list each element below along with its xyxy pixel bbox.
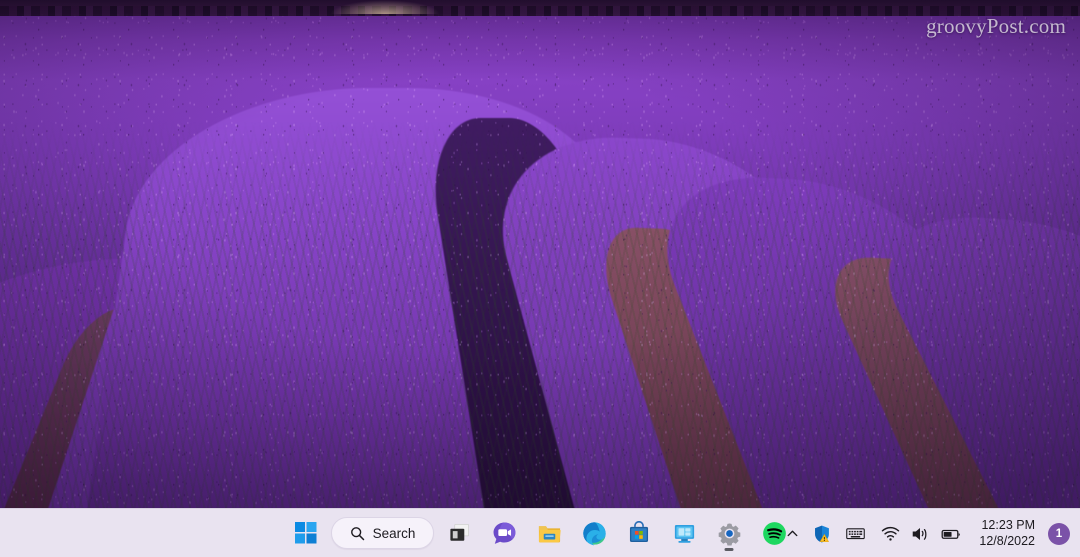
taskbar-center-group: Search [286,509,794,557]
tray-icon-windows-security[interactable] [806,514,838,554]
windows-logo-icon [295,522,317,544]
battery-icon [936,514,966,554]
show-hidden-icons-button[interactable] [780,514,805,554]
search-icon [350,526,365,541]
taskbar: Search 12:23 PM 12/8/2022 1 [0,508,1080,557]
search-input-label: Search [372,525,416,541]
quick-settings-button[interactable] [873,514,970,554]
taskbar-item-chat[interactable] [484,513,524,553]
taskbar-item-widgets[interactable] [664,513,704,553]
running-indicator [724,548,734,551]
monitor-icon [672,521,697,546]
keyboard-icon [845,523,866,544]
taskbar-item-microsoft-store[interactable] [619,513,659,553]
speaker-icon [906,514,934,554]
shield-warning-icon [812,524,832,544]
system-tray: 12:23 PM 12/8/2022 1 [780,509,1074,557]
notification-badge[interactable]: 1 [1048,522,1070,545]
desktop-screen: groovyPost.com Search 12:23 PM 12/8/2022… [0,0,1080,557]
edge-icon [582,521,607,546]
wallpaper-vignette [0,0,1080,515]
wifi-icon [877,514,904,554]
taskbar-item-file-explorer[interactable] [529,513,569,553]
desktop-wallpaper[interactable] [0,0,1080,515]
clock-time: 12:23 PM [981,518,1035,533]
watermark: groovyPost.com [926,14,1066,38]
taskbar-item-microsoft-edge[interactable] [574,513,614,553]
task-view-icon [448,522,471,545]
teams-chat-icon [492,521,517,546]
clock-date: 12/8/2022 [979,533,1035,548]
folder-icon [537,521,562,546]
start-button[interactable] [286,513,326,553]
gear-icon [717,521,742,546]
taskbar-item-settings[interactable] [709,513,749,553]
taskbar-item-task-view[interactable] [439,513,479,553]
chevron-up-icon [786,527,799,540]
tray-icon-touch-keyboard[interactable] [839,514,872,554]
store-bag-icon [627,521,651,545]
search-box[interactable]: Search [331,517,434,549]
clock-button[interactable]: 12:23 PM 12/8/2022 [971,514,1043,554]
